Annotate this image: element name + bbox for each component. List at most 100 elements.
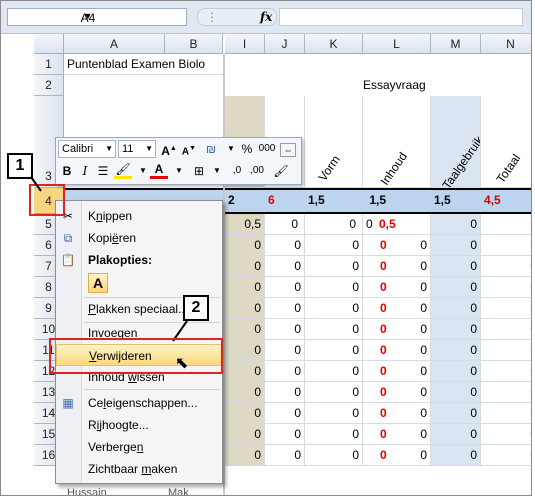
menu-item-row-height[interactable]: Rijhoogte...: [56, 414, 222, 436]
cell-k16[interactable]: 0: [305, 445, 363, 466]
column-header-a[interactable]: A: [64, 34, 165, 54]
cell-k7[interactable]: 0: [305, 256, 363, 277]
chevron-down-icon[interactable]: ▼: [170, 162, 188, 180]
cell-k11[interactable]: 0: [305, 340, 363, 361]
cell-n4[interactable]: 4,5: [481, 190, 531, 212]
cell-n14[interactable]: 0: [481, 403, 531, 424]
cell-m6[interactable]: 0: [431, 235, 481, 256]
column-header-n[interactable]: N: [481, 34, 531, 54]
cell-l14[interactable]: 0: [363, 403, 431, 424]
cell-i14[interactable]: 0: [225, 403, 265, 424]
borders-icon[interactable]: ⊞: [190, 162, 208, 180]
cell-n6[interactable]: 0: [481, 235, 531, 256]
font-name-dropdown[interactable]: Calibri ▼: [58, 140, 116, 158]
cell-k13[interactable]: 0: [305, 382, 363, 403]
italic-icon[interactable]: I: [76, 162, 94, 180]
cell-m10[interactable]: 0: [431, 319, 481, 340]
cell-j8[interactable]: 0: [265, 277, 305, 298]
cell-l8[interactable]: 0: [363, 277, 431, 298]
cell-n13[interactable]: 0: [481, 382, 531, 403]
shrink-font-icon[interactable]: A▼: [180, 140, 198, 158]
menu-item-unhide[interactable]: Zichtbaar maken: [56, 458, 222, 480]
cell-j15[interactable]: 0: [265, 424, 305, 445]
bold-icon[interactable]: B: [58, 162, 76, 180]
cell-l6[interactable]: 0: [363, 235, 431, 256]
cell-k12[interactable]: 0: [305, 361, 363, 382]
cell-l10[interactable]: 0: [363, 319, 431, 340]
select-all-corner[interactable]: [34, 34, 64, 54]
fill-color-icon[interactable]: 🖌: [114, 162, 132, 179]
resize-dots-icon[interactable]: ⋮: [206, 10, 218, 24]
cell-n11[interactable]: 0: [481, 340, 531, 361]
cell-k9[interactable]: 0: [305, 298, 363, 319]
cell-l7[interactable]: 0: [363, 256, 431, 277]
row-header-2[interactable]: 2: [34, 75, 64, 96]
cell-n8[interactable]: 0: [481, 277, 531, 298]
cell-k8[interactable]: 0: [305, 277, 363, 298]
accounting-format-icon[interactable]: ₪: [202, 140, 220, 158]
cell-i6[interactable]: 0: [225, 235, 265, 256]
cell-i5[interactable]: 0,5: [225, 214, 265, 235]
menu-item-copy[interactable]: ⧉ Kopiëren: [56, 227, 222, 249]
cell-m13[interactable]: 0: [431, 382, 481, 403]
cell-m16[interactable]: 0: [431, 445, 481, 466]
cell-n3[interactable]: Totaal: [481, 96, 531, 188]
cell-m12[interactable]: 0: [431, 361, 481, 382]
cell-j4[interactable]: 6: [265, 190, 305, 212]
cell-j10[interactable]: 0: [265, 319, 305, 340]
column-header-m[interactable]: M: [431, 34, 481, 54]
column-header-b[interactable]: B: [165, 34, 223, 54]
row-header-1[interactable]: 1: [34, 54, 64, 75]
cell-n16[interactable]: 0: [481, 445, 531, 466]
cell-l4[interactable]: 1,5: [363, 190, 389, 212]
format-painter-icon[interactable]: 🖌: [272, 162, 290, 180]
cell-m9[interactable]: 0: [431, 298, 481, 319]
cell-i7[interactable]: 0: [225, 256, 265, 277]
cell-i15[interactable]: 0: [225, 424, 265, 445]
column-header-i[interactable]: I: [225, 34, 265, 54]
cell-n15[interactable]: 0: [481, 424, 531, 445]
cell-j6[interactable]: 0: [265, 235, 305, 256]
paste-button[interactable]: A: [88, 273, 108, 293]
cell-j16[interactable]: 0: [265, 445, 305, 466]
sheet-title-cell[interactable]: Puntenblad Examen Biolo: [64, 54, 224, 75]
cell-i8[interactable]: 0: [225, 277, 265, 298]
percent-icon[interactable]: %: [238, 140, 256, 158]
cell-n7[interactable]: 0: [481, 256, 531, 277]
cell-k10[interactable]: 0: [305, 319, 363, 340]
cell-l11[interactable]: 0: [363, 340, 431, 361]
cell-j5[interactable]: 0: [265, 214, 305, 235]
cell-n5[interactable]: 0: [481, 214, 531, 235]
cell-n10[interactable]: 0: [481, 319, 531, 340]
cell-i10[interactable]: 0: [225, 319, 265, 340]
cell-l3[interactable]: Inhoud: [363, 96, 431, 188]
cell-m15[interactable]: 0: [431, 424, 481, 445]
menu-item-format-cells[interactable]: ▦ Celeigenschappen...: [56, 392, 222, 414]
column-header-j[interactable]: J: [265, 34, 305, 54]
menu-item-hide[interactable]: Verbergen: [56, 436, 222, 458]
cell-j12[interactable]: 0: [265, 361, 305, 382]
insert-function-button[interactable]: fx: [260, 10, 272, 24]
cell-l16[interactable]: 0: [363, 445, 431, 466]
cell-n9[interactable]: 0: [481, 298, 531, 319]
cell-i13[interactable]: 0: [225, 382, 265, 403]
font-size-dropdown[interactable]: 11 ▼: [118, 140, 156, 158]
cell-l9[interactable]: 0: [363, 298, 431, 319]
cell-l15[interactable]: 0: [363, 424, 431, 445]
cell-m14[interactable]: 0: [431, 403, 481, 424]
increase-decimal-icon[interactable]: ,0: [228, 162, 246, 180]
formula-input[interactable]: [279, 8, 523, 26]
cell-i11[interactable]: 0: [225, 340, 265, 361]
cell-i9[interactable]: 0: [225, 298, 265, 319]
cell-j11[interactable]: 0: [265, 340, 305, 361]
cell-l12[interactable]: 0: [363, 361, 431, 382]
column-header-k[interactable]: K: [305, 34, 363, 54]
cell-j7[interactable]: 0: [265, 256, 305, 277]
chevron-down-icon[interactable]: ▼: [208, 162, 226, 180]
align-center-icon[interactable]: ☰: [94, 162, 112, 180]
cell-j13[interactable]: 0: [265, 382, 305, 403]
cell-m4[interactable]: 1,5: [431, 190, 453, 212]
cell-m8[interactable]: 0: [431, 277, 481, 298]
merge-center-icon[interactable]: ⇔: [280, 143, 296, 157]
cell-k5[interactable]: 0: [305, 214, 363, 235]
